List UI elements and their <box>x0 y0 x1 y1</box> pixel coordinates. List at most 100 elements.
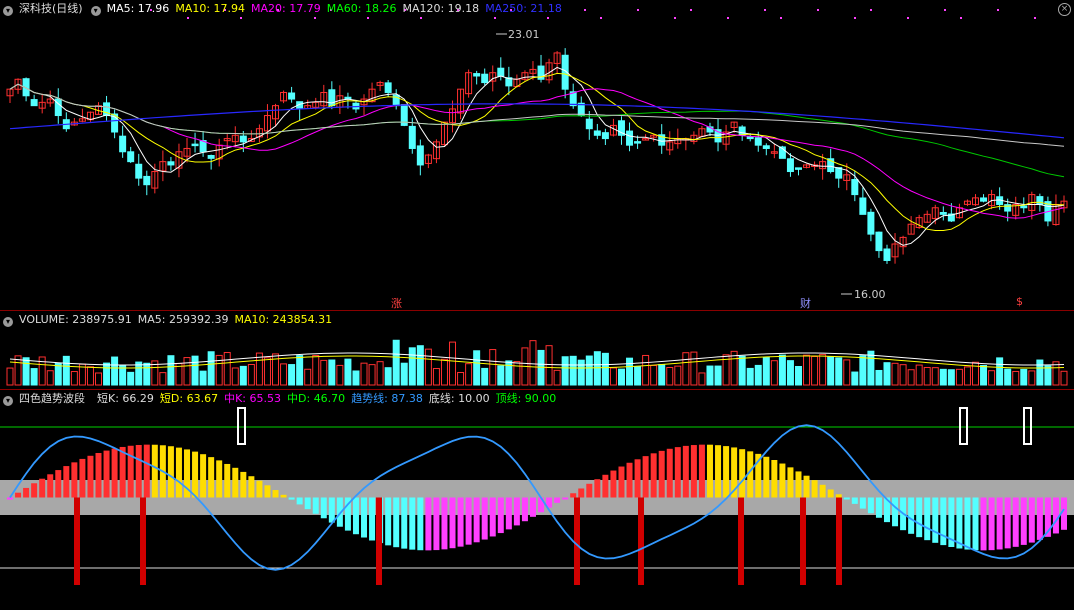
candle-body <box>497 67 505 77</box>
trend-bar <box>706 444 713 498</box>
indicator-label-4: 趋势线: 87.38 <box>351 392 423 405</box>
volume-bar <box>561 356 569 386</box>
volume-bar <box>30 368 38 386</box>
trend-bar <box>1052 497 1059 534</box>
volume-chart-panel[interactable]: ▾ VOLUME: 238975.91 MA5: 259392.39 MA10: 24… <box>0 311 1074 389</box>
signal-dot <box>637 9 639 11</box>
trend-bar <box>352 497 359 535</box>
low-price-label: 16.00 <box>854 288 886 301</box>
volume-legend: ▾ VOLUME: 238975.91 MA5: 259392.39 MA10: 24… <box>3 313 344 327</box>
volume-bar <box>304 368 312 386</box>
trend-bar <box>1036 497 1043 540</box>
candle-body <box>288 92 296 100</box>
candle-body <box>473 73 481 77</box>
volume-bar <box>360 362 368 386</box>
trend-bar <box>425 497 432 551</box>
volume-bar <box>859 355 867 386</box>
trend-bar <box>280 494 287 498</box>
volume-bar <box>239 365 247 386</box>
volume-bar <box>95 372 103 386</box>
peak-marker <box>237 407 246 445</box>
collapse-circle-icon[interactable]: ▾ <box>3 396 13 406</box>
trend-bar <box>296 497 303 505</box>
volume-bar <box>159 372 167 386</box>
signal-spike <box>800 497 806 585</box>
trend-bar <box>666 448 673 498</box>
candle-body <box>416 145 424 166</box>
volume-bar <box>111 356 119 386</box>
volume-bar <box>1004 368 1012 386</box>
indicator-label-1: 短D: 63.67 <box>159 392 219 405</box>
volume-bar <box>947 369 955 386</box>
collapse-circle-icon[interactable]: ▾ <box>3 317 13 327</box>
trend-bar <box>256 480 263 498</box>
price-chart-svg[interactable] <box>0 0 1074 310</box>
signal-dot <box>960 17 962 19</box>
volume-bar <box>754 364 762 386</box>
peak-marker <box>1023 407 1032 445</box>
volume-bar <box>1044 365 1052 386</box>
price-chart-panel[interactable]: ▾ 深科技(日线) ▾ MA5: 17.96 MA10: 17.94 MA20: 17.7… <box>0 0 1074 310</box>
trend-bar <box>216 460 223 498</box>
dropdown-circle-icon[interactable]: ▾ <box>90 6 101 16</box>
volume-bar <box>529 340 537 386</box>
ma-label-2: MA20: 17.79 <box>251 2 321 15</box>
volume-bar <box>400 362 408 386</box>
signal-dot <box>764 9 766 11</box>
trend-bar <box>264 485 271 498</box>
signal-dot <box>584 9 586 11</box>
trend-bar <box>248 476 255 498</box>
close-icon[interactable]: × <box>1058 3 1071 16</box>
candle-body <box>786 158 794 173</box>
trend-bar <box>71 462 78 498</box>
volume-bar <box>1012 370 1020 386</box>
candle-body <box>191 143 199 147</box>
signal-dot <box>1034 17 1036 19</box>
trend-bar <box>103 450 110 498</box>
signal-spike <box>738 497 744 585</box>
trend-bar <box>586 483 593 498</box>
indicator-legend: ▾ 四色趋势波段 短K: 66.29 短D: 63.67 中K: 65.53 中D: 46… <box>3 392 568 406</box>
trend-bar <box>908 497 915 534</box>
volume-bar <box>577 359 585 386</box>
volume-bar <box>191 355 199 386</box>
volume-bar <box>263 357 271 386</box>
collapse-circle-icon[interactable]: ▾ <box>3 6 13 16</box>
indicator-label-5: 底线: 10.00 <box>428 392 490 405</box>
volume-bar <box>794 366 802 386</box>
volume-bar <box>674 365 682 386</box>
trend-bar <box>521 497 528 522</box>
marker-dollar[interactable]: $ <box>1016 295 1023 308</box>
trend-bar <box>175 447 182 498</box>
trend-bar <box>1004 497 1011 549</box>
trend-bar <box>23 487 30 498</box>
volume-bar <box>658 363 666 386</box>
marker-zhang[interactable]: 涨 <box>391 295 402 311</box>
candle-body <box>481 73 489 84</box>
volume-bar <box>6 367 14 386</box>
volume-bar <box>682 352 690 386</box>
volume-bar <box>1036 359 1044 386</box>
peak-marker <box>959 407 968 445</box>
volume-bar <box>714 365 722 386</box>
volume-bar <box>770 360 778 386</box>
volume-bar <box>931 367 939 386</box>
candle-body <box>980 197 988 202</box>
trend-bar <box>956 497 963 549</box>
volume-bar <box>899 364 907 386</box>
indicator-chart-svg[interactable] <box>0 390 1074 610</box>
indicator-chart-panel[interactable]: ▾ 四色趋势波段 短K: 66.29 短D: 63.67 中K: 65.53 中D: 46… <box>0 390 1074 610</box>
candle-body <box>601 132 609 140</box>
signal-dot <box>674 17 676 19</box>
trend-bar <box>610 470 617 498</box>
marker-cai[interactable]: 财 <box>800 295 811 311</box>
volume-bar <box>819 354 827 386</box>
trend-bar <box>658 450 665 498</box>
ma-label-5: MA250: 21.18 <box>485 2 562 15</box>
volume-bar <box>70 371 78 386</box>
trend-bar <box>674 447 681 498</box>
candle-body <box>143 175 151 186</box>
trend-bar <box>626 462 633 498</box>
trend-bar <box>763 456 770 498</box>
volume-bar <box>746 367 754 386</box>
